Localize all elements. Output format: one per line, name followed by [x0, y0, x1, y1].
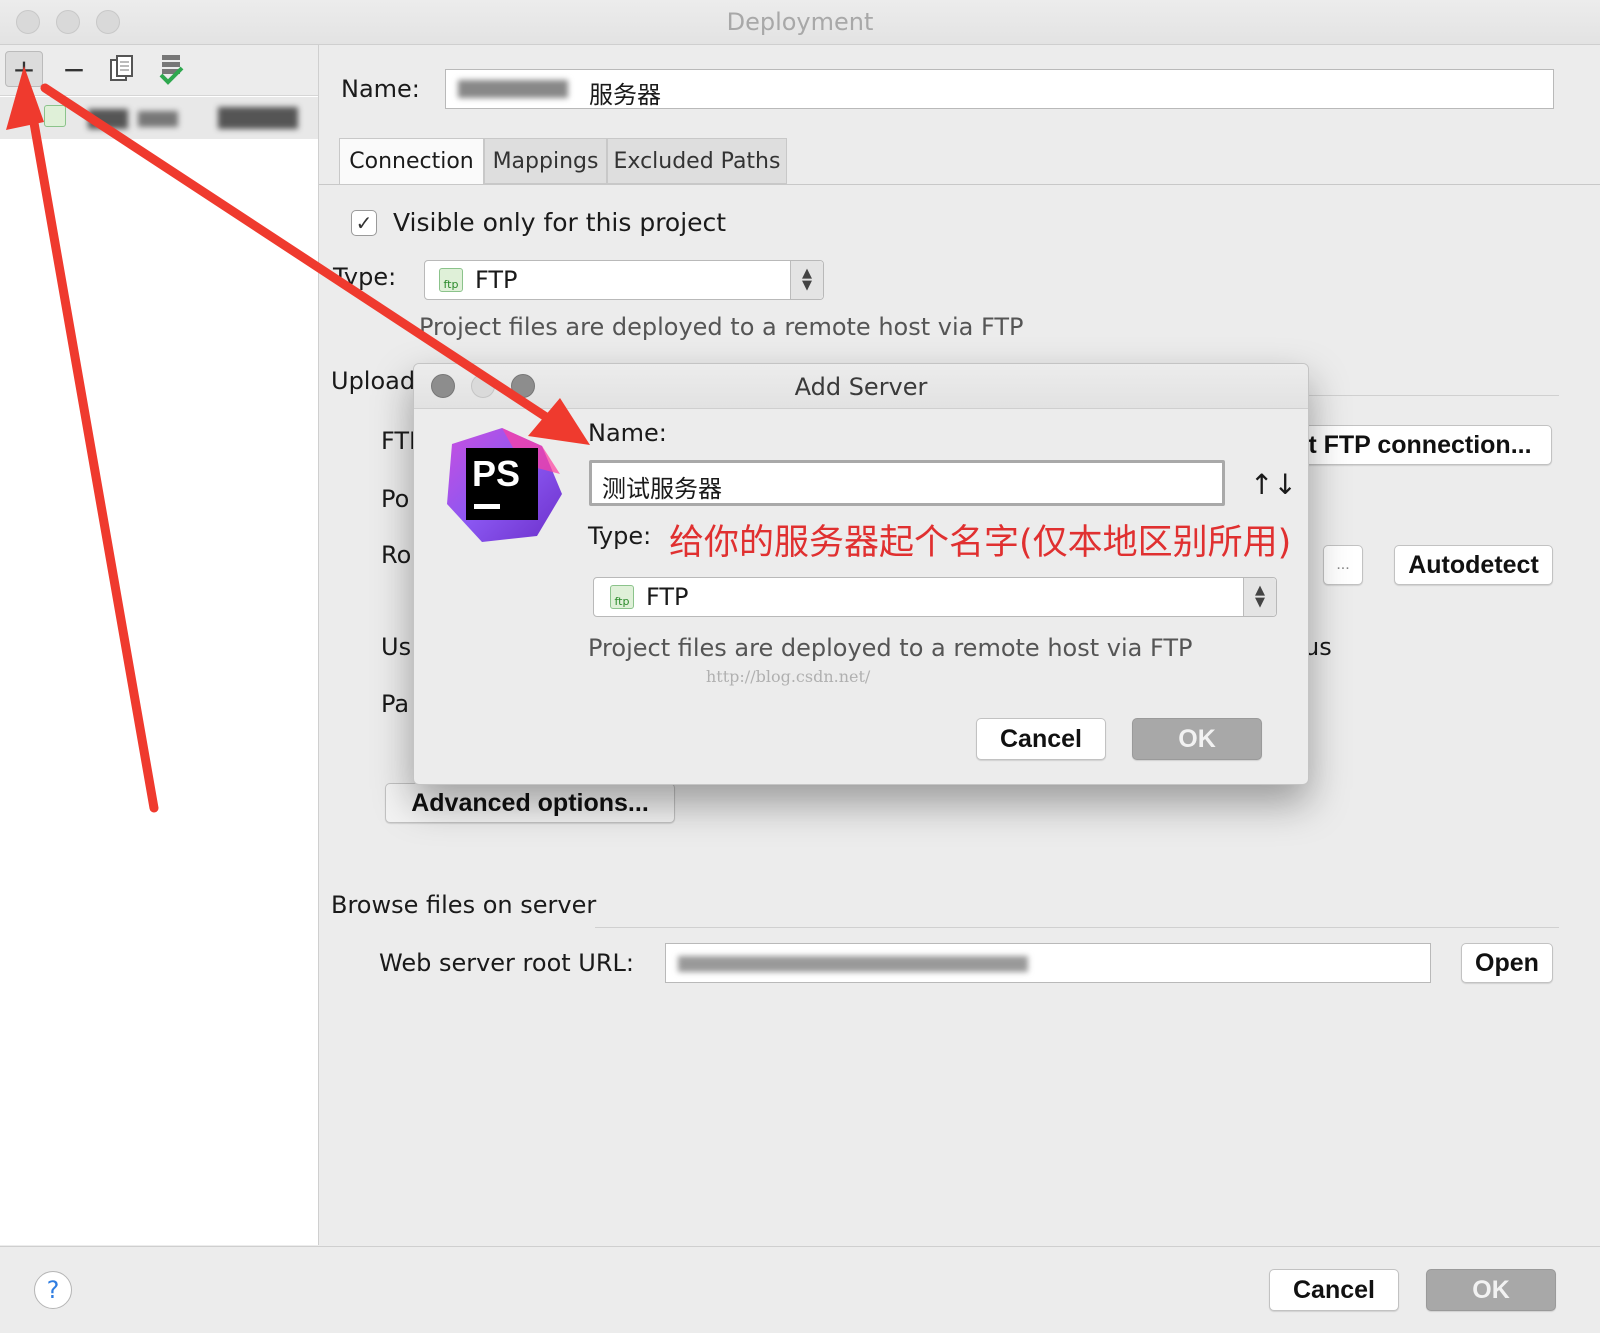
name-annotation: 给你的服务器起个名字(仅本地区别所用) [669, 523, 1292, 563]
open-url-button[interactable]: Open [1461, 943, 1553, 983]
watermark: http://blog.csdn.net/ [706, 667, 871, 686]
blurred-name-prefix [458, 80, 568, 98]
port-label: Po [381, 485, 410, 513]
remove-server-button[interactable]: − [55, 51, 93, 87]
help-button[interactable]: ? [34, 1271, 72, 1309]
server-name-value: 服务器 [589, 81, 661, 109]
set-default-server-button[interactable] [152, 51, 190, 87]
button-label: OK [1178, 724, 1216, 753]
button-label: st FTP connection... [1294, 430, 1532, 459]
button-label: Autodetect [1408, 550, 1539, 579]
button-label: OK [1472, 1275, 1510, 1304]
checkmark-icon: ✓ [355, 211, 373, 235]
tab-label: Connection [349, 149, 474, 174]
select-arrows-icon: ▲ ▼ [790, 261, 823, 299]
visible-only-checkbox[interactable]: ✓ [351, 210, 377, 236]
type-description: Project files are deployed to a remote h… [419, 313, 1024, 341]
tab-mappings[interactable]: Mappings [484, 138, 607, 184]
ftp-icon-text: ftp [443, 278, 459, 291]
add-server-title: Add Server [794, 373, 928, 401]
copy-server-button[interactable] [103, 51, 141, 87]
tab-connection[interactable]: Connection [339, 138, 484, 184]
browse-root-button[interactable]: ... [1323, 545, 1363, 585]
web-root-label: Web server root URL: [379, 949, 634, 977]
add-server-dialog: Add Server PS Name: 测试服务器 ↑↓ Type: 给你的服务… [413, 363, 1309, 785]
user-name-label: Us [381, 633, 412, 661]
upload-section-divider [1279, 395, 1559, 396]
browse-section-label: Browse files on server [331, 891, 597, 919]
dialog-ok-button[interactable]: OK [1132, 718, 1262, 760]
plus-icon: + [12, 52, 36, 86]
type-label: Type: [333, 263, 397, 291]
dialog-cancel-button[interactable]: Cancel [976, 718, 1106, 760]
blurred-server-name [88, 109, 128, 129]
button-label: ... [1336, 556, 1350, 573]
advanced-options-button[interactable]: Advanced options... [385, 783, 675, 823]
button-label: Advanced options... [411, 788, 649, 817]
server-list-item[interactable] [0, 97, 318, 139]
password-label: Pa [381, 690, 410, 718]
dialog-name-input[interactable]: 测试服务器 [589, 460, 1225, 506]
button-label: Cancel [1000, 724, 1082, 753]
ftp-icon-text: ftp [614, 595, 630, 608]
cancel-button[interactable]: Cancel [1269, 1269, 1399, 1311]
visible-only-label: Visible only for this project [393, 208, 727, 237]
dialog-name-label: Name: [588, 419, 667, 447]
add-server-button[interactable]: + [5, 51, 43, 87]
add-server-titlebar: Add Server [414, 364, 1308, 409]
type-select[interactable]: ftp FTP ▲ ▼ [424, 260, 824, 300]
dialog-name-value: 测试服务器 [602, 475, 722, 503]
select-arrows-icon: ▲ ▼ [1243, 578, 1276, 616]
name-label: Name: [341, 75, 420, 103]
dialog-type-select[interactable]: ftp FTP ▲ ▼ [593, 577, 1277, 617]
tab-label: Mappings [492, 148, 599, 174]
phpstorm-logo-icon: PS [447, 428, 562, 542]
dialog-type-value: FTP [646, 583, 689, 611]
tab-divider [319, 184, 1600, 185]
upload-section-label: Upload [331, 367, 416, 395]
ok-button[interactable]: OK [1426, 1269, 1556, 1311]
browse-section-divider [595, 927, 1559, 928]
blurred-url [678, 956, 1028, 972]
dialog-type-description: Project files are deployed to a remote h… [588, 634, 1193, 662]
tab-excluded-paths[interactable]: Excluded Paths [607, 138, 787, 184]
server-list-sidebar: + − [0, 45, 319, 1245]
dialog-footer: ? Cancel OK [0, 1246, 1600, 1333]
ftp-host-label: FTI [381, 427, 417, 455]
tab-label: Excluded Paths [613, 148, 781, 174]
copy-icon [110, 55, 133, 81]
ftp-server-icon [44, 105, 66, 127]
sidebar-toolbar: + − [0, 45, 318, 96]
ftp-icon: ftp [439, 268, 463, 292]
sort-arrows-icon[interactable]: ↑↓ [1250, 468, 1297, 501]
blurred-server-name [138, 111, 178, 127]
phpstorm-logo-text: PS [472, 453, 520, 494]
button-label: Open [1475, 948, 1539, 977]
ftp-icon: ftp [610, 585, 634, 609]
window-titlebar: Deployment [0, 0, 1600, 45]
minus-icon: − [62, 52, 86, 86]
root-path-label: Ro [381, 541, 412, 569]
dialog-type-label: Type: [588, 522, 652, 550]
autodetect-button[interactable]: Autodetect [1394, 545, 1553, 585]
question-icon: ? [46, 1276, 60, 1304]
window-title: Deployment [726, 8, 874, 36]
web-root-url-field[interactable] [665, 943, 1431, 983]
default-server-check-icon [159, 55, 184, 85]
button-label: Cancel [1293, 1275, 1375, 1304]
type-value: FTP [475, 266, 518, 294]
blurred-server-name [218, 107, 298, 129]
test-ftp-connection-button[interactable]: st FTP connection... [1274, 425, 1552, 465]
server-name-field[interactable]: 服务器 [445, 69, 1554, 109]
